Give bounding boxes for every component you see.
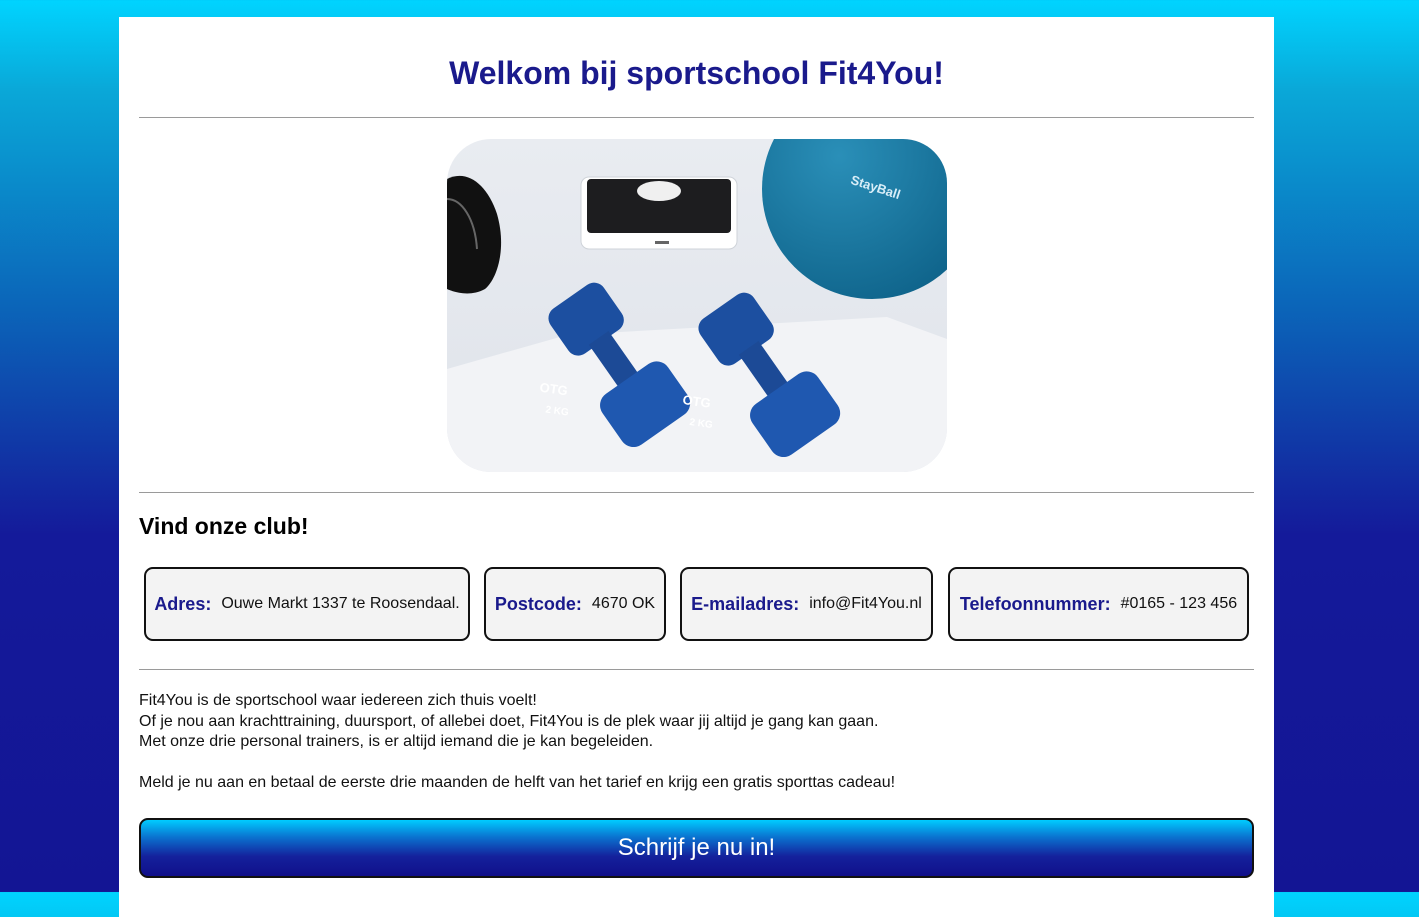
hero-image: StayBall OTG 2 KG OTG 2 KG xyxy=(447,139,947,472)
signup-button[interactable]: Schrijf je nu in! xyxy=(139,818,1254,878)
divider xyxy=(139,117,1254,118)
intro-line: Fit4You is de sportschool waar iedereen … xyxy=(139,692,537,709)
postcode-label: Postcode: xyxy=(494,593,582,614)
address-label: Adres: xyxy=(154,593,212,614)
email-value: info@Fit4You.nl xyxy=(809,595,922,612)
address-box: Adres: Ouwe Markt 1337 te Roosendaal. xyxy=(144,567,470,641)
divider xyxy=(139,492,1254,493)
page-title: Welkom bij sportschool Fit4You! xyxy=(449,55,944,91)
intro-text: Fit4You is de sportschool waar iedereen … xyxy=(139,691,1254,793)
promo-text: Meld je nu aan en betaal de eerste drie … xyxy=(139,773,896,791)
email-box: E-mailadres: info@Fit4You.nl xyxy=(680,567,933,641)
email-label: E-mailadres: xyxy=(691,593,800,614)
postcode-value: 4670 OK xyxy=(591,595,656,612)
address-value: Ouwe Markt 1337 te Roosendaal. xyxy=(221,595,460,612)
divider xyxy=(139,669,1254,670)
phone-label: Telefoonnummer: xyxy=(959,593,1111,614)
intro-line: Of je nou aan krachttraining, duursport,… xyxy=(139,712,879,730)
phone-box: Telefoonnummer: #0165 - 123 456 xyxy=(948,567,1249,641)
club-heading: Vind onze club! xyxy=(139,513,309,539)
main-card: Welkom bij sportschool Fit4You! StayBall xyxy=(119,17,1274,917)
phone-value: #0165 - 123 456 xyxy=(1120,595,1238,612)
dumbbells-photo-icon: StayBall OTG 2 KG OTG 2 KG xyxy=(447,139,947,472)
intro-line: Met onze drie personal trainers, is er a… xyxy=(139,733,654,750)
postcode-box: Postcode: 4670 OK xyxy=(484,567,666,641)
